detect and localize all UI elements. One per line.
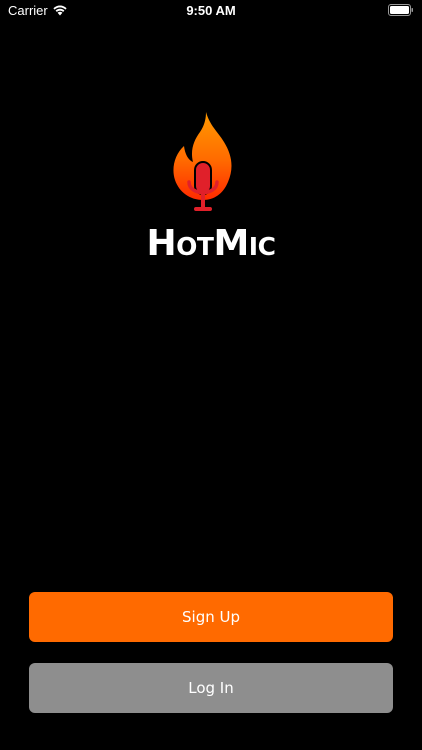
status-bar: Carrier 9:50 AM <box>0 0 422 24</box>
log-in-button[interactable]: Log In <box>29 663 393 713</box>
status-time: 9:50 AM <box>186 3 236 18</box>
flame-microphone-icon <box>173 112 232 211</box>
app-name: HotMic <box>146 223 276 264</box>
battery-icon <box>388 4 413 16</box>
app-logo: HotMic <box>0 110 422 270</box>
sign-up-label: Sign Up <box>182 608 240 626</box>
log-in-label: Log In <box>188 679 234 697</box>
sign-up-button[interactable]: Sign Up <box>29 592 393 642</box>
